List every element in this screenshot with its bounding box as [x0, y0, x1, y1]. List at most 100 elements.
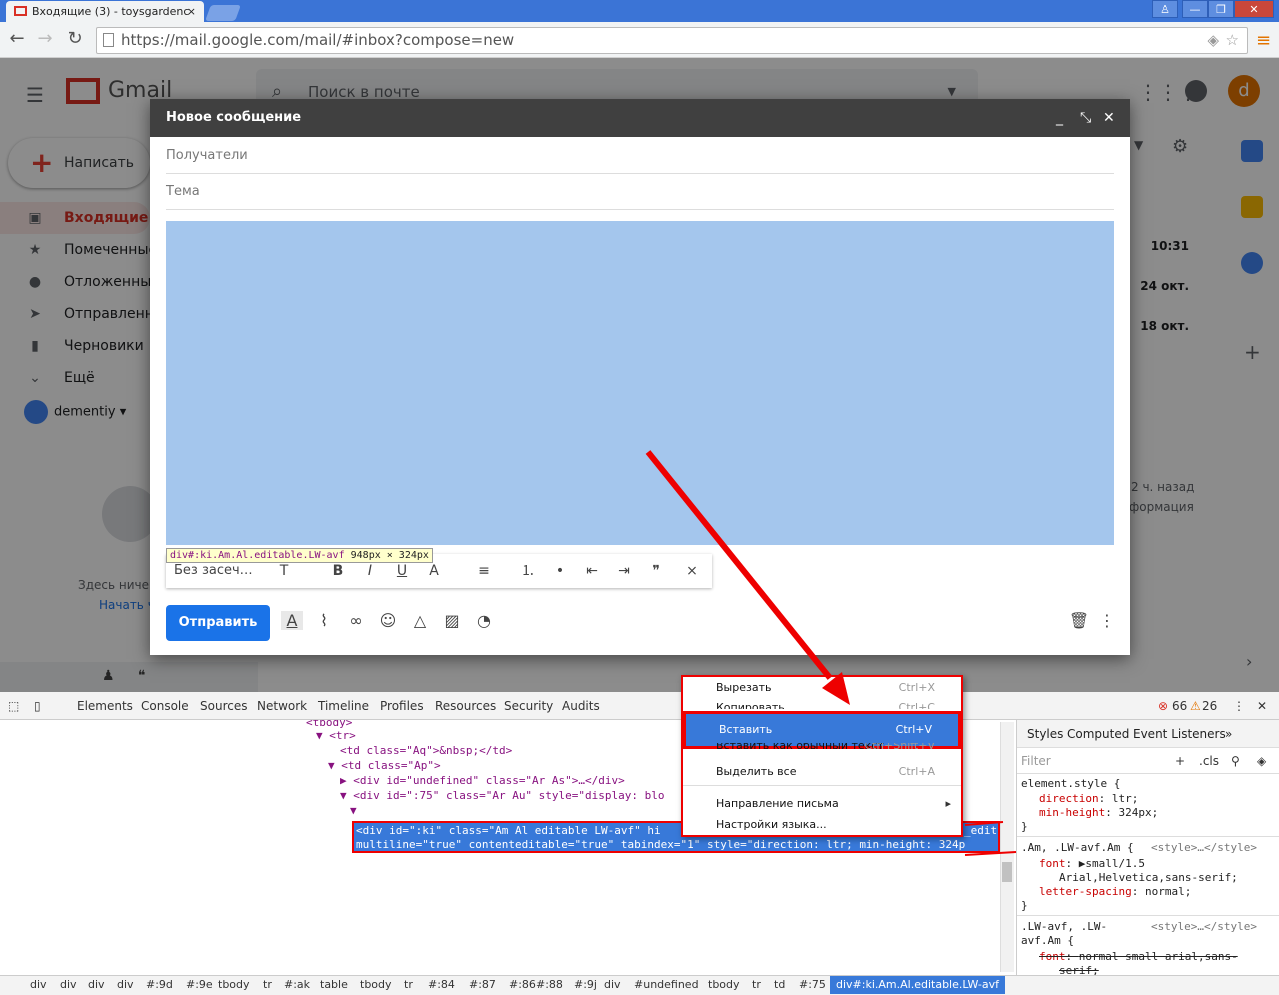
styles-filter-input[interactable]: Filter + .cls ⚲ ◈	[1017, 748, 1279, 774]
tab-network[interactable]: Network	[257, 692, 307, 720]
drive-icon[interactable]: △	[409, 611, 431, 630]
breadcrumb-item[interactable]: #:86	[509, 976, 536, 994]
tab-close-icon[interactable]: ×	[187, 1, 196, 22]
formatting-options-icon[interactable]: A	[281, 611, 303, 630]
back-icon[interactable]: ←	[6, 28, 28, 49]
cls-toggle[interactable]: .cls	[1199, 748, 1219, 774]
breadcrumb-item[interactable]: #:75	[799, 976, 826, 994]
style-property[interactable]: min-height: 324px;	[1039, 806, 1158, 820]
breadcrumb-item[interactable]: #undefined	[634, 976, 699, 994]
attach-icon[interactable]: ⌇	[313, 611, 335, 630]
tab-event-listeners[interactable]: Event Listeners	[1133, 720, 1226, 748]
breadcrumb-selected[interactable]: div#:ki.Am.Al.editable.LW-avf	[830, 976, 1006, 994]
breadcrumb-item[interactable]: td	[774, 976, 785, 994]
more-options-icon[interactable]: ⋮	[1096, 611, 1118, 630]
expand-icon[interactable]: ⤡	[1080, 99, 1091, 137]
tab-profiles[interactable]: Profiles	[380, 692, 424, 720]
tab-audits[interactable]: Audits	[562, 692, 600, 720]
dom-scrollbar[interactable]	[1000, 722, 1014, 972]
address-bar[interactable]: https://mail.google.com/mail/#inbox?comp…	[96, 27, 1248, 54]
extension-icon[interactable]: ◈	[1207, 28, 1219, 53]
dom-line[interactable]: ▼ <tr>	[316, 729, 356, 743]
bulleted-list-icon[interactable]: •	[548, 554, 572, 588]
breadcrumb-item[interactable]: #:87	[469, 976, 496, 994]
breadcrumb-item[interactable]: #:84	[428, 976, 455, 994]
color-format-icon[interactable]: ◈	[1257, 748, 1266, 774]
breadcrumb-item[interactable]: table	[320, 976, 348, 994]
send-button[interactable]: Отправить	[166, 605, 270, 641]
menu-item-paste-plain[interactable]: Вставить как обычный текст Ctrl+Shift+V	[683, 743, 961, 755]
device-mode-icon[interactable]: ▯	[34, 692, 41, 720]
forward-icon[interactable]: →	[34, 28, 56, 49]
add-rule-icon[interactable]: +	[1175, 748, 1185, 774]
breadcrumb-item[interactable]: div	[88, 976, 105, 994]
tab-styles[interactable]: Styles	[1027, 720, 1063, 748]
close-icon[interactable]: ✕	[1103, 99, 1115, 137]
breadcrumb-item[interactable]: tbody	[218, 976, 250, 994]
numbered-list-icon[interactable]: ⒈	[516, 554, 540, 588]
breadcrumb-item[interactable]: #:9j	[574, 976, 597, 994]
menu-item-language-settings[interactable]: Настройки языка...	[683, 815, 961, 835]
breadcrumb-item[interactable]: div	[60, 976, 77, 994]
breadcrumb-item[interactable]: tr	[404, 976, 413, 994]
reload-icon[interactable]: ↻	[64, 28, 86, 49]
breadcrumb-item[interactable]: tr	[263, 976, 272, 994]
bookmark-star-icon[interactable]: ☆	[1226, 28, 1239, 53]
devtools-close-icon[interactable]: ✕	[1257, 692, 1267, 720]
error-count[interactable]: 66	[1172, 692, 1187, 720]
maximize-button[interactable]: ❐	[1208, 0, 1234, 18]
breadcrumb-item[interactable]: div	[604, 976, 621, 994]
recipients-field[interactable]: Получатели	[166, 138, 1114, 174]
style-property-value[interactable]: serif;	[1059, 964, 1099, 975]
dom-line[interactable]: <td class="Aq">&nbsp;</td>	[340, 744, 512, 758]
inspect-icon[interactable]: ⬚	[8, 692, 19, 720]
tab-security[interactable]: Security	[504, 692, 553, 720]
trash-icon[interactable]: 🗑	[1068, 611, 1090, 630]
breadcrumb-item[interactable]: div	[30, 976, 47, 994]
subject-field[interactable]: Тема	[166, 174, 1114, 210]
chrome-menu-icon[interactable]: ≡	[1256, 30, 1271, 51]
remove-formatting-icon[interactable]: ⨯	[680, 554, 704, 588]
breadcrumb-item[interactable]: div	[117, 976, 134, 994]
emoji-icon[interactable]: ☺	[377, 611, 399, 630]
tab-timeline[interactable]: Timeline	[318, 692, 369, 720]
breadcrumb-item[interactable]: #:9d	[146, 976, 173, 994]
confidential-icon[interactable]: ◔	[473, 611, 495, 630]
style-property[interactable]: direction: ltr;	[1039, 792, 1138, 806]
style-rule-source[interactable]: <style>…</style>	[1151, 920, 1257, 934]
tab-resources[interactable]: Resources	[435, 692, 496, 720]
breadcrumb-item[interactable]: #:ak	[284, 976, 310, 994]
pin-icon[interactable]: ⚲	[1231, 748, 1240, 774]
message-body-editor[interactable]	[166, 221, 1114, 545]
indent-less-icon[interactable]: ⇤	[580, 554, 604, 588]
devtools-menu-icon[interactable]: ⋮	[1233, 692, 1245, 720]
menu-item-cut[interactable]: Вырезать Ctrl+X	[683, 678, 961, 698]
more-tabs-icon[interactable]: »	[1225, 720, 1232, 748]
profile-icon[interactable]: ♙	[1152, 0, 1178, 18]
style-rule-selector[interactable]: element.style {	[1021, 777, 1120, 791]
link-icon[interactable]: ∞	[345, 611, 367, 630]
image-icon[interactable]: ▨	[441, 611, 463, 630]
style-rule-source[interactable]: <style>…</style>	[1151, 841, 1257, 855]
indent-more-icon[interactable]: ⇥	[612, 554, 636, 588]
breadcrumb-item[interactable]: tr	[752, 976, 761, 994]
breadcrumb-item[interactable]: #:9e	[186, 976, 213, 994]
minimize-icon[interactable]: _	[1056, 99, 1063, 137]
style-rule-selector[interactable]: .Am, .LW-avf.Am {	[1021, 841, 1134, 855]
close-window-button[interactable]: ✕	[1234, 0, 1274, 18]
browser-tab[interactable]: Входящие (3) - toysgardenc ×	[6, 1, 204, 22]
dom-line[interactable]: ▼ <div id=":75" class="Ar Au" style="dis…	[340, 789, 665, 803]
dom-line[interactable]: ▼ <td class="Ap">	[328, 759, 441, 773]
breadcrumb-item[interactable]: #:88	[536, 976, 563, 994]
style-property-value[interactable]: Arial,Helvetica,sans-serif;	[1059, 871, 1238, 885]
menu-item-copy[interactable]: Копировать Ctrl+C	[683, 698, 961, 709]
style-property[interactable]: font: ▶small/1.5	[1039, 857, 1145, 871]
new-tab-button[interactable]	[205, 5, 241, 21]
minimize-button[interactable]: —	[1182, 0, 1208, 18]
menu-item-writing-direction[interactable]: Направление письма ▸	[683, 794, 961, 814]
tab-console[interactable]: Console	[141, 692, 189, 720]
quote-icon[interactable]: ❞	[644, 554, 668, 588]
dom-scrollbar-thumb[interactable]	[1002, 862, 1012, 882]
style-rule-selector[interactable]: .LW-avf, .LW-	[1021, 920, 1107, 934]
dom-line[interactable]: ▼	[350, 804, 357, 818]
